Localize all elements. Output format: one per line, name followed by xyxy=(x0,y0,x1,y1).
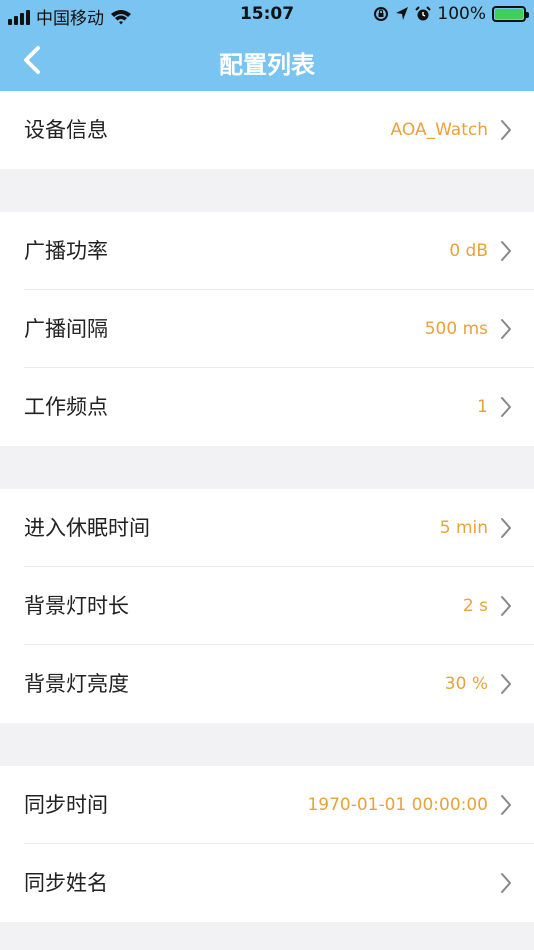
settings-row[interactable]: 同步姓名 xyxy=(0,844,534,922)
row-label: 同步时间 xyxy=(24,793,108,817)
row-label: 工作频点 xyxy=(24,395,108,419)
settings-row[interactable]: 同步时间 1970-01-01 00:00:00 xyxy=(0,766,534,844)
row-value: 1 xyxy=(477,397,488,417)
settings-row[interactable]: 广播功率 0 dB xyxy=(0,212,534,290)
row-label: 同步姓名 xyxy=(24,871,108,895)
settings-row[interactable]: 背景灯亮度 30 % xyxy=(0,645,534,723)
config-list: 设备信息 AOA_Watch 广播功率 0 dB 广播间隔 500 ms 工作频点 1 进入休眠… xyxy=(0,91,534,922)
section-gap xyxy=(0,169,534,212)
row-label: 设备信息 xyxy=(24,118,108,142)
location-icon xyxy=(396,7,409,20)
battery-icon xyxy=(492,6,529,22)
section-gap xyxy=(0,723,534,766)
settings-row[interactable]: 设备信息 AOA_Watch xyxy=(0,91,534,169)
settings-row[interactable]: 背景灯时长 2 s xyxy=(0,567,534,645)
row-value: 30 % xyxy=(444,674,488,694)
chevron-right-icon xyxy=(501,873,511,893)
row-value: 0 dB xyxy=(449,241,488,261)
row-value: 500 ms xyxy=(424,319,488,339)
section-gap xyxy=(0,446,534,489)
nav-bar: 配置列表 xyxy=(0,30,534,91)
row-label: 广播间隔 xyxy=(24,317,108,341)
row-label: 广播功率 xyxy=(24,239,108,263)
status-right: 100% xyxy=(373,4,529,24)
alarm-icon xyxy=(415,6,432,21)
chevron-right-icon xyxy=(501,795,511,815)
row-label: 背景灯时长 xyxy=(24,594,129,618)
row-label: 背景灯亮度 xyxy=(24,672,129,696)
chevron-right-icon xyxy=(501,120,511,140)
chevron-right-icon xyxy=(501,674,511,694)
row-label: 进入休眠时间 xyxy=(24,516,150,540)
status-bar: 中国移动 15:07 100% xyxy=(0,0,534,30)
settings-group: 设备信息 AOA_Watch xyxy=(0,91,534,169)
row-value: 2 s xyxy=(462,596,488,616)
row-value: AOA_Watch xyxy=(390,120,488,140)
chevron-right-icon xyxy=(501,319,511,339)
chevron-right-icon xyxy=(501,397,511,417)
row-value: 5 min xyxy=(439,518,488,538)
settings-group: 进入休眠时间 5 min 背景灯时长 2 s 背景灯亮度 30 % xyxy=(0,489,534,723)
rotation-lock-icon xyxy=(374,7,389,21)
settings-row[interactable]: 工作频点 1 xyxy=(0,368,534,446)
settings-row[interactable]: 进入休眠时间 5 min xyxy=(0,489,534,567)
chevron-right-icon xyxy=(501,241,511,261)
settings-row[interactable]: 广播间隔 500 ms xyxy=(0,290,534,368)
chevron-right-icon xyxy=(501,596,511,616)
page-title: 配置列表 xyxy=(219,51,315,79)
settings-group: 同步时间 1970-01-01 00:00:00 同步姓名 xyxy=(0,766,534,922)
battery-percent: 100% xyxy=(437,4,486,24)
chevron-right-icon xyxy=(501,518,511,538)
row-value: 1970-01-01 00:00:00 xyxy=(307,795,488,815)
settings-group: 广播功率 0 dB 广播间隔 500 ms 工作频点 1 xyxy=(0,212,534,446)
